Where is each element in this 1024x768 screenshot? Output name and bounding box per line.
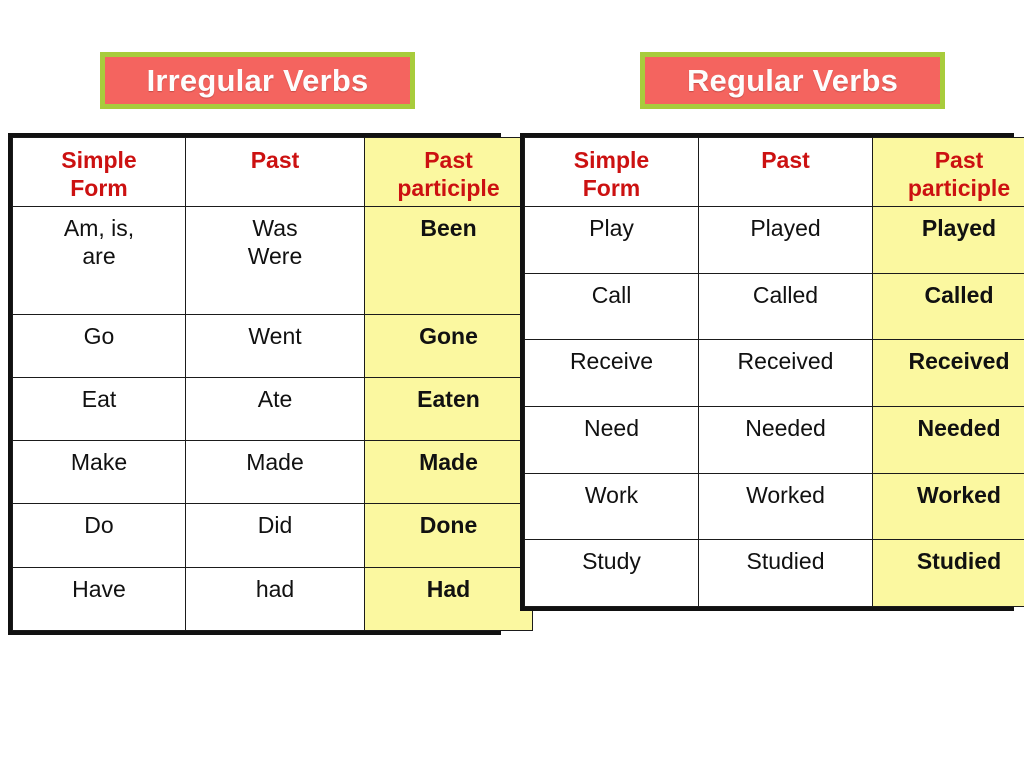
- cell-past-participle: Gone: [364, 313, 533, 378]
- cell-past: had: [185, 566, 365, 632]
- irregular-verbs-grid: Simple Form Past Past participle Am, is,…: [12, 136, 533, 632]
- cell-past: Worked: [698, 472, 873, 541]
- table-row: Am, is, are Was Were Been: [12, 206, 533, 315]
- cell-past: Did: [185, 503, 365, 568]
- cell-past-participle: Been: [364, 206, 533, 315]
- cell-simple-form: Make: [12, 440, 186, 505]
- table-row: Eat Ate Eaten: [12, 376, 533, 442]
- table-row: Receive Received Received: [524, 339, 1024, 408]
- table-row: Go Went Gone: [12, 313, 533, 378]
- cell-past: Studied: [698, 539, 873, 607]
- header-past: Past: [698, 136, 873, 208]
- regular-table-head: Simple Form Past Past participle: [524, 136, 1024, 208]
- regular-table-body: Play Played Played Call Called Called Re…: [524, 206, 1024, 607]
- table-header-row: Simple Form Past Past participle: [12, 136, 533, 208]
- cell-simple-form: Go: [12, 313, 186, 378]
- cell-past-participle: Studied: [872, 539, 1024, 607]
- cell-past: Played: [698, 206, 873, 274]
- header-past-participle: Past participle: [364, 136, 533, 208]
- cell-simple-form: Study: [524, 539, 699, 607]
- table-row: Study Studied Studied: [524, 539, 1024, 607]
- table-row: Make Made Made: [12, 440, 533, 505]
- cell-past: Needed: [698, 406, 873, 474]
- irregular-table-body: Am, is, are Was Were Been Go Went Gone E…: [12, 206, 533, 632]
- cell-past-participle: Eaten: [364, 376, 533, 442]
- cell-past-participle: Received: [872, 339, 1024, 408]
- cell-simple-form: Do: [12, 503, 186, 568]
- header-past: Past: [185, 136, 365, 208]
- table-row: Call Called Called: [524, 272, 1024, 341]
- cell-past: Called: [698, 272, 873, 341]
- cell-past: Was Were: [185, 206, 365, 315]
- table-row: Work Worked Worked: [524, 472, 1024, 541]
- cell-past-participle: Played: [872, 206, 1024, 274]
- table-row: Play Played Played: [524, 206, 1024, 274]
- irregular-verbs-table: Simple Form Past Past participle Am, is,…: [8, 133, 533, 635]
- cell-past-participle: Needed: [872, 406, 1024, 474]
- table-row: Do Did Done: [12, 503, 533, 568]
- cell-past: Made: [185, 440, 365, 505]
- cell-simple-form: Eat: [12, 376, 186, 442]
- cell-simple-form: Am, is, are: [12, 206, 186, 315]
- cell-past-participle: Called: [872, 272, 1024, 341]
- cell-past-participle: Done: [364, 503, 533, 568]
- cell-simple-form: Have: [12, 566, 186, 632]
- header-simple-form: Simple Form: [12, 136, 186, 208]
- cell-simple-form: Call: [524, 272, 699, 341]
- cell-simple-form: Need: [524, 406, 699, 474]
- irregular-verbs-title-text: Irregular Verbs: [146, 62, 369, 98]
- irregular-verbs-title-banner: Irregular Verbs: [100, 52, 415, 109]
- irregular-table-head: Simple Form Past Past participle: [12, 136, 533, 208]
- cell-past-participle: Had: [364, 566, 533, 632]
- cell-past: Went: [185, 313, 365, 378]
- cell-simple-form: Receive: [524, 339, 699, 408]
- regular-verbs-title-text: Regular Verbs: [686, 62, 899, 98]
- regular-verbs-table: Simple Form Past Past participle Play Pl…: [520, 133, 1024, 611]
- header-simple-form: Simple Form: [524, 136, 699, 208]
- table-header-row: Simple Form Past Past participle: [524, 136, 1024, 208]
- cell-simple-form: Play: [524, 206, 699, 274]
- header-past-participle: Past participle: [872, 136, 1024, 208]
- cell-past: Received: [698, 339, 873, 408]
- cell-past: Ate: [185, 376, 365, 442]
- cell-simple-form: Work: [524, 472, 699, 541]
- regular-verbs-title-banner: Regular Verbs: [640, 52, 945, 109]
- cell-past-participle: Worked: [872, 472, 1024, 541]
- cell-past-participle: Made: [364, 440, 533, 505]
- regular-verbs-grid: Simple Form Past Past participle Play Pl…: [524, 136, 1024, 607]
- table-row: Need Needed Needed: [524, 406, 1024, 474]
- table-row: Have had Had: [12, 566, 533, 632]
